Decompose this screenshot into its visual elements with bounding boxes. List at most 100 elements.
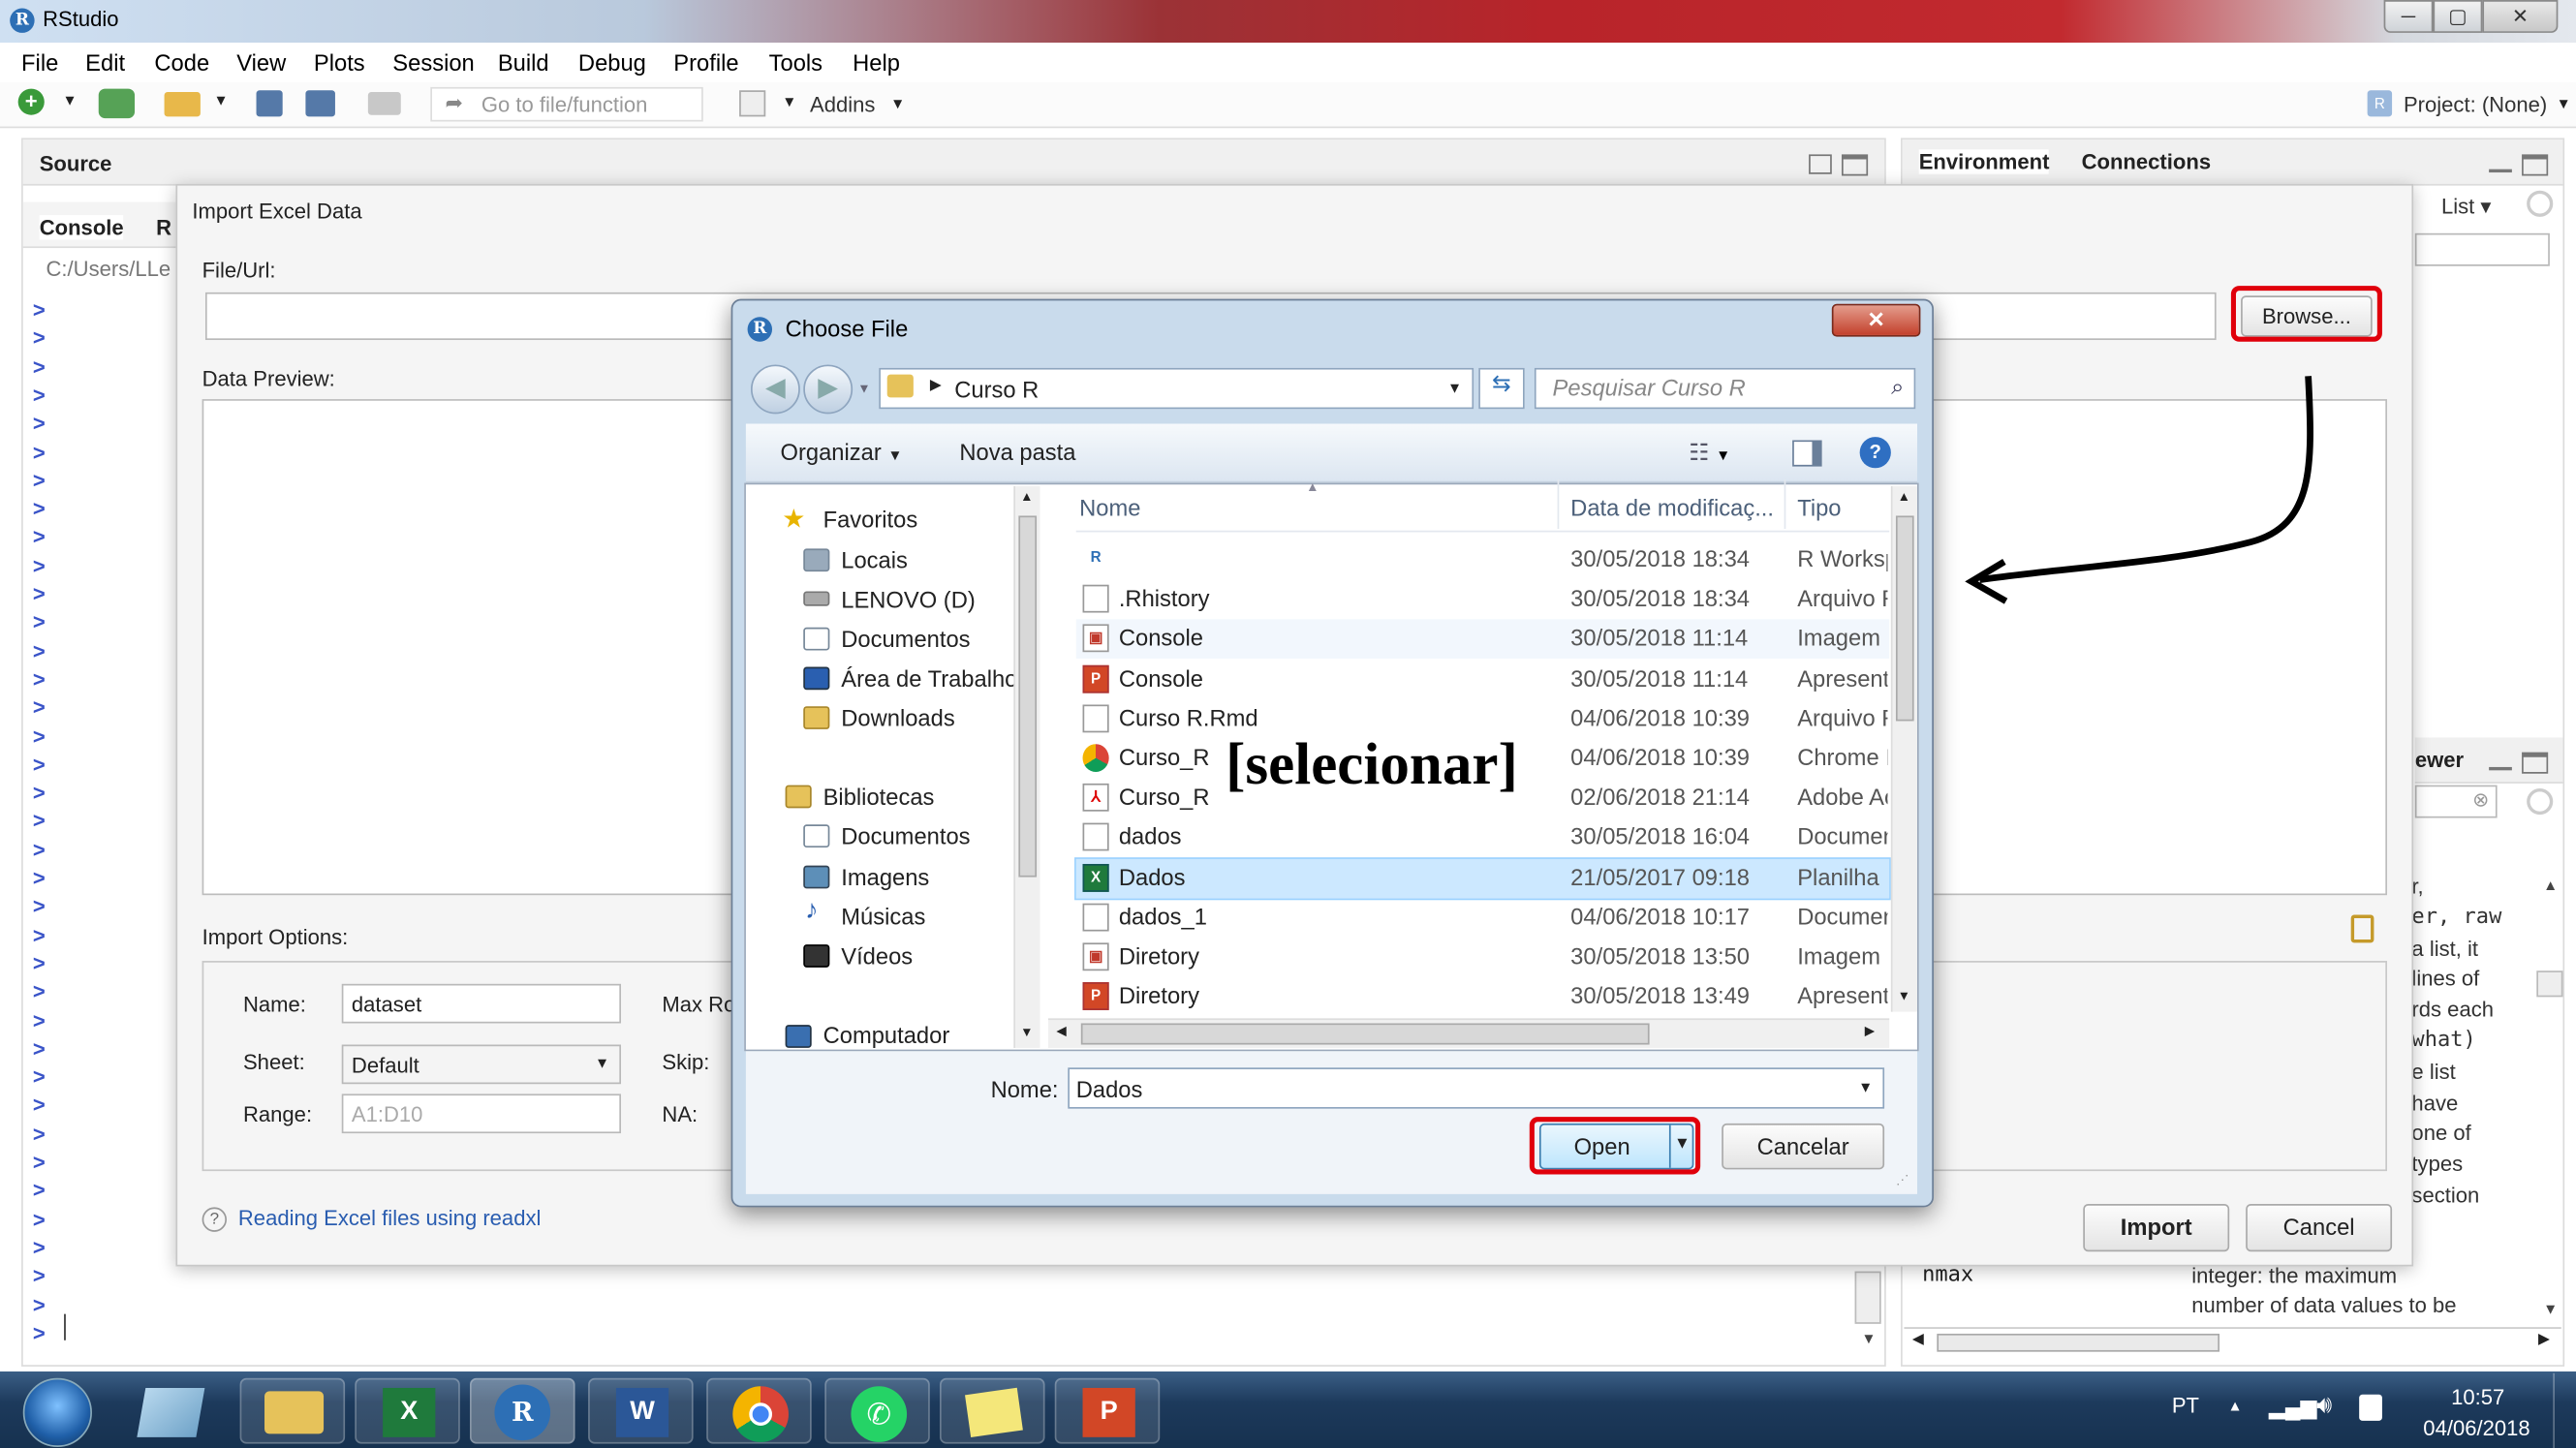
close-window-button[interactable]: ✕ (2482, 0, 2559, 33)
import-button[interactable]: Import (2083, 1204, 2230, 1252)
help-scrollbar[interactable] (2536, 970, 2563, 998)
chevron-down-icon[interactable]: ▼ (782, 94, 796, 110)
scroll-down-icon[interactable]: ▼ (1898, 989, 1910, 1003)
nav-area-de-trabalho[interactable]: Área de Trabalho (841, 665, 1017, 692)
list-view-menu[interactable]: List ▾ (2441, 194, 2492, 220)
clipboard-icon[interactable] (2350, 914, 2374, 943)
scroll-right-icon[interactable]: ▶ (1865, 1023, 1875, 1037)
file-list-scrollbar[interactable]: ▲ ▼ (1890, 485, 1917, 1012)
taskbar-rstudio[interactable]: R (469, 1377, 575, 1444)
taskbar-chrome[interactable] (706, 1377, 812, 1444)
file-row[interactable]: dados 30/05/2018 16:04 Documento (1076, 818, 1889, 858)
range-input[interactable]: A1:D10 (341, 1094, 622, 1134)
maximize-pane-icon[interactable] (2522, 752, 2549, 774)
cancel-import-button[interactable]: Cancel (2246, 1204, 2393, 1252)
tab-console[interactable]: Console (39, 215, 124, 240)
taskbar-word[interactable]: W (588, 1377, 694, 1444)
taskbar-whatsapp[interactable]: ✆ (824, 1377, 930, 1444)
file-row[interactable]: dados_1 04/06/2018 10:17 Documento (1076, 898, 1889, 938)
menu-edit[interactable]: Edit (85, 49, 125, 76)
scroll-up-icon[interactable]: ▲ (2543, 878, 2558, 894)
nav-videos[interactable]: Vídeos (841, 942, 913, 969)
start-button[interactable] (22, 1377, 92, 1447)
nav-bibliotecas[interactable]: Bibliotecas (823, 784, 935, 810)
file-row[interactable]: R 30/05/2018 18:34 R Workspace (1076, 540, 1889, 580)
chevron-down-icon[interactable]: ▼ (857, 381, 870, 395)
chevron-down-icon[interactable]: ▼ (2557, 95, 2571, 111)
filename-input[interactable]: Dados ▼ (1068, 1067, 1885, 1109)
tab-viewer[interactable]: ewer (2415, 748, 2464, 772)
tab-connections[interactable]: Connections (2082, 149, 2212, 173)
taskbar-excel[interactable]: X (355, 1377, 460, 1444)
nav-lib-documentos[interactable]: Documentos (841, 823, 970, 849)
show-desktop-button[interactable] (2553, 1372, 2576, 1448)
menu-debug[interactable]: Debug (578, 49, 646, 76)
scroll-down-icon[interactable]: ▼ (1861, 1331, 1876, 1347)
refresh-icon[interactable] (2527, 190, 2554, 217)
project-menu[interactable]: Project: (None) (2404, 92, 2547, 116)
tray-expand-icon[interactable]: ▲ (2228, 1398, 2243, 1414)
menu-tools[interactable]: Tools (769, 49, 822, 76)
maximize-pane-icon[interactable] (2522, 154, 2549, 176)
help-search-input[interactable]: ⊗ (2414, 785, 2498, 818)
clock-time[interactable]: 10:57 (2451, 1385, 2504, 1409)
file-list-hscrollbar[interactable]: ◀ ▶ (1047, 1018, 1890, 1048)
console-scrollbar[interactable] (1854, 1271, 1881, 1324)
chevron-down-icon[interactable]: ▼ (890, 95, 905, 111)
file-row[interactable]: ▣ Console 30/05/2018 11:14 Imagem (1075, 619, 1890, 660)
clear-search-icon[interactable]: ⊗ (2472, 788, 2489, 812)
scroll-right-icon[interactable]: ▶ (2538, 1331, 2550, 1349)
scrollbar-thumb[interactable] (1937, 1333, 2220, 1352)
nav-lenovo-drive[interactable]: LENOVO (D) (841, 586, 976, 612)
column-type[interactable]: Tipo (1797, 494, 1841, 520)
refresh-icon[interactable] (2527, 787, 2554, 816)
menu-plots[interactable]: Plots (314, 49, 365, 76)
minimize-pane-icon[interactable] (2489, 159, 2512, 173)
file-row[interactable]: .Rhistory 30/05/2018 18:34 Arquivo RHISTOR… (1076, 580, 1889, 620)
taskbar-sticky-notes[interactable] (939, 1377, 1045, 1444)
environment-search-input[interactable] (2414, 232, 2550, 266)
file-row[interactable]: X Dados 21/05/2017 09:18 Planilha (1074, 856, 1891, 900)
scroll-down-icon[interactable]: ▼ (1020, 1025, 1033, 1039)
scroll-up-icon[interactable]: ▲ (1898, 489, 1910, 504)
file-row[interactable]: P Console 30/05/2018 11:14 Apresentação (1076, 660, 1889, 699)
tab-source[interactable]: Source (40, 151, 112, 175)
taskbar-powerpoint[interactable]: P (1054, 1377, 1161, 1444)
chevron-down-icon[interactable]: ▼ (62, 92, 77, 108)
menu-code[interactable]: Code (154, 49, 209, 76)
sheet-select[interactable]: Default ▼ (341, 1044, 622, 1085)
signal-icon[interactable]: ▂▄▆ (2269, 1395, 2317, 1421)
address-bar[interactable]: ▶ Curso R ▼ (879, 367, 1474, 410)
menu-file[interactable]: File (21, 49, 58, 76)
menu-build[interactable]: Build (498, 49, 549, 76)
tab-r[interactable]: R (156, 215, 171, 239)
minimize-button[interactable]: ─ (2383, 0, 2434, 33)
language-indicator[interactable]: PT (2172, 1393, 2199, 1417)
readxl-help-link[interactable]: Reading Excel files using readxl (238, 1206, 542, 1230)
scrollbar-thumb[interactable] (1895, 515, 1914, 722)
organize-menu[interactable]: Organizar ▼ (781, 439, 903, 465)
addins-menu[interactable]: Addins (810, 92, 875, 116)
new-project-icon[interactable] (98, 88, 136, 119)
scroll-down-icon[interactable]: ▼ (2543, 1301, 2558, 1317)
nav-favorites[interactable]: Favoritos (823, 506, 918, 532)
desktop-shortcut-icon[interactable] (137, 1387, 205, 1437)
menu-help[interactable]: Help (853, 49, 900, 76)
maximize-button[interactable]: ▢ (2433, 0, 2483, 33)
volume-icon[interactable]: 🔊︎ (2316, 1391, 2332, 1419)
search-input[interactable]: Pesquisar Curso R ⌕ (1534, 367, 1916, 410)
minimize-pane-icon[interactable] (2489, 757, 2512, 771)
maximize-pane-icon[interactable] (1841, 154, 1869, 176)
column-name[interactable]: Nome (1079, 494, 1140, 520)
grid-layout-icon[interactable] (739, 90, 766, 117)
scroll-left-icon[interactable]: ◀ (1056, 1023, 1066, 1037)
clock-date[interactable]: 04/06/2018 (2423, 1416, 2529, 1440)
scroll-up-icon[interactable]: ▲ (1020, 489, 1033, 504)
nav-downloads[interactable]: Downloads (841, 704, 954, 730)
taskbar-explorer[interactable] (239, 1377, 346, 1444)
nav-imagens[interactable]: Imagens (841, 864, 929, 890)
preview-pane-icon[interactable] (1792, 440, 1822, 467)
resize-grip-icon[interactable]: ⋰ (1896, 1173, 1909, 1187)
nav-musicas[interactable]: Músicas (841, 904, 925, 930)
view-options-icon[interactable]: ☷ ▼ (1689, 439, 1730, 467)
